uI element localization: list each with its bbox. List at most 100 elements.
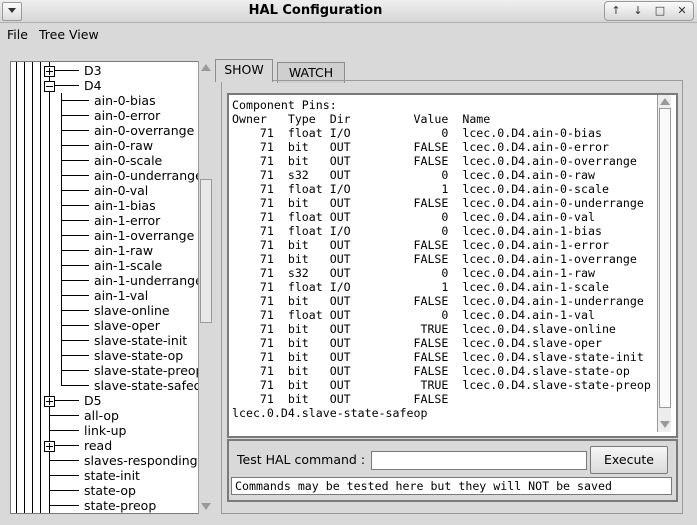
tree-connector <box>61 355 89 356</box>
tree-connector <box>49 490 79 491</box>
test-command-input[interactable] <box>371 451 587 470</box>
tree-node-label: read <box>84 438 113 453</box>
tree-connector <box>61 175 89 176</box>
tree-node[interactable]: read <box>11 438 198 453</box>
tree-connector <box>61 325 89 326</box>
tree-node-label: D5 <box>84 393 102 408</box>
menu-bar: File Tree View <box>0 23 697 47</box>
close-button[interactable]: ✕ <box>671 2 693 20</box>
tree-node[interactable]: ain-1-underrange <box>11 273 198 288</box>
title-bar: HAL Configuration ↑ ↓ □ ✕ <box>0 0 697 23</box>
tree-node-label: slave-state-op <box>94 348 184 363</box>
tree-connector <box>61 265 89 266</box>
output-text: Component Pins: Owner Type Dir Value Nam… <box>232 98 651 420</box>
tree-connector <box>61 385 89 386</box>
expand-icon[interactable] <box>44 441 55 452</box>
tree-node[interactable]: ain-0-underrange <box>11 168 198 183</box>
tree-node[interactable]: ain-1-val <box>11 288 198 303</box>
tree-node-label: slave-online <box>94 303 170 318</box>
tree-node-label: ain-1-bias <box>94 198 156 213</box>
tree-node[interactable]: ain-1-raw <box>11 243 198 258</box>
collapse-icon[interactable] <box>44 81 55 92</box>
expand-icon[interactable] <box>44 396 55 407</box>
scroll-up-arrow-icon[interactable] <box>200 62 211 73</box>
tree-node[interactable]: ain-0-raw <box>11 138 198 153</box>
execute-button[interactable]: Execute <box>590 446 668 474</box>
tree-connector <box>61 100 89 101</box>
tree-node[interactable]: ain-0-scale <box>11 153 198 168</box>
tree-node-label: ain-0-overrange <box>94 123 195 138</box>
tree-node-label: ain-0-bias <box>94 93 156 108</box>
tree-node-label: ain-1-overrange <box>94 228 195 243</box>
tree-node[interactable]: ain-1-error <box>11 213 198 228</box>
tree-guide-line <box>61 93 62 385</box>
tree-node-label: state-op <box>84 483 136 498</box>
tree-connector <box>61 205 89 206</box>
tree-node-label: state-init <box>84 468 140 483</box>
scroll-down-arrow-icon[interactable] <box>200 501 211 512</box>
tree-node-label: ain-1-scale <box>94 258 163 273</box>
tree-node[interactable]: slaves-responding <box>11 453 198 468</box>
component-pins-output[interactable]: Component Pins: Owner Type Dir Value Nam… <box>227 93 678 438</box>
tree-node-label: ain-0-error <box>94 108 161 123</box>
tree-node-label: D3 <box>84 63 102 78</box>
lower-window-button[interactable]: ↓ <box>627 2 649 20</box>
tree-node[interactable]: ain-1-overrange <box>11 228 198 243</box>
menu-file[interactable]: File <box>7 27 28 42</box>
tree-node-label: ain-0-underrange <box>94 168 199 183</box>
test-command-group: Test HAL command : Execute Commands may … <box>227 439 678 502</box>
tree-node-label: ain-1-error <box>94 213 161 228</box>
tree-node[interactable]: ain-1-scale <box>11 258 198 273</box>
tree-connector <box>61 160 89 161</box>
tree-node[interactable]: slave-state-safeop <box>11 378 198 393</box>
tree-node[interactable]: state-init <box>11 468 198 483</box>
tree-connector <box>49 415 79 416</box>
tree-node[interactable]: slave-state-op <box>11 348 198 363</box>
output-scrollbar[interactable] <box>657 95 671 432</box>
output-scroll-thumb[interactable] <box>659 108 671 408</box>
tree-scrollbar[interactable] <box>198 61 212 514</box>
tree-node-label: ain-0-scale <box>94 153 163 168</box>
tree-node[interactable]: ain-1-bias <box>11 198 198 213</box>
tree-node[interactable]: D5 <box>11 393 198 408</box>
tree-connector <box>55 85 79 86</box>
tree-scroll-thumb[interactable] <box>200 179 212 323</box>
tree-node[interactable]: slave-online <box>11 303 198 318</box>
tree-node-label: link-up <box>84 423 127 438</box>
tree-node[interactable]: slave-oper <box>11 318 198 333</box>
tree-node-label: ain-1-raw <box>94 243 154 258</box>
tree-node-label: slave-state-preop <box>94 363 199 378</box>
tree-node-label: all-op <box>84 408 119 423</box>
scroll-up-arrow-icon[interactable] <box>659 96 670 107</box>
tree-node-label: ain-0-val <box>94 183 149 198</box>
tree-node[interactable]: link-up <box>11 423 198 438</box>
tree-node[interactable]: all-op <box>11 408 198 423</box>
tree-connector <box>55 445 79 446</box>
scroll-down-arrow-icon[interactable] <box>659 419 670 430</box>
tree-node[interactable]: ain-0-overrange <box>11 123 198 138</box>
tree-connector <box>61 250 89 251</box>
expand-icon[interactable] <box>44 66 55 77</box>
tab-show[interactable]: SHOW <box>215 59 273 82</box>
raise-window-button[interactable]: ↑ <box>605 2 627 20</box>
tree-node[interactable]: state-op <box>11 483 198 498</box>
tree-node[interactable]: D3 <box>11 63 198 78</box>
tree-node[interactable]: ain-0-val <box>11 183 198 198</box>
tree-connector <box>49 505 79 506</box>
tree-node-label: ain-0-raw <box>94 138 154 153</box>
menu-tree-view[interactable]: Tree View <box>39 27 99 42</box>
tree-node-label: slaves-responding <box>84 453 198 468</box>
maximize-button[interactable]: □ <box>649 2 671 20</box>
tree-connector <box>61 310 89 311</box>
tree-node[interactable]: state-preop <box>11 498 198 513</box>
tree-node[interactable]: D4 <box>11 78 198 93</box>
tree-connector <box>61 295 89 296</box>
tree-node[interactable]: slave-state-init <box>11 333 198 348</box>
tree-node[interactable]: ain-0-bias <box>11 93 198 108</box>
tree-node[interactable]: ain-0-error <box>11 108 198 123</box>
tree-node[interactable]: slave-state-preop <box>11 363 198 378</box>
hal-tree-view[interactable]: D3 D4 ain-0-bias ain-0-error ain-0-overrange… <box>10 61 199 514</box>
tree-connector <box>61 220 89 221</box>
tree-connector <box>61 235 89 236</box>
tree-connector <box>61 115 89 116</box>
